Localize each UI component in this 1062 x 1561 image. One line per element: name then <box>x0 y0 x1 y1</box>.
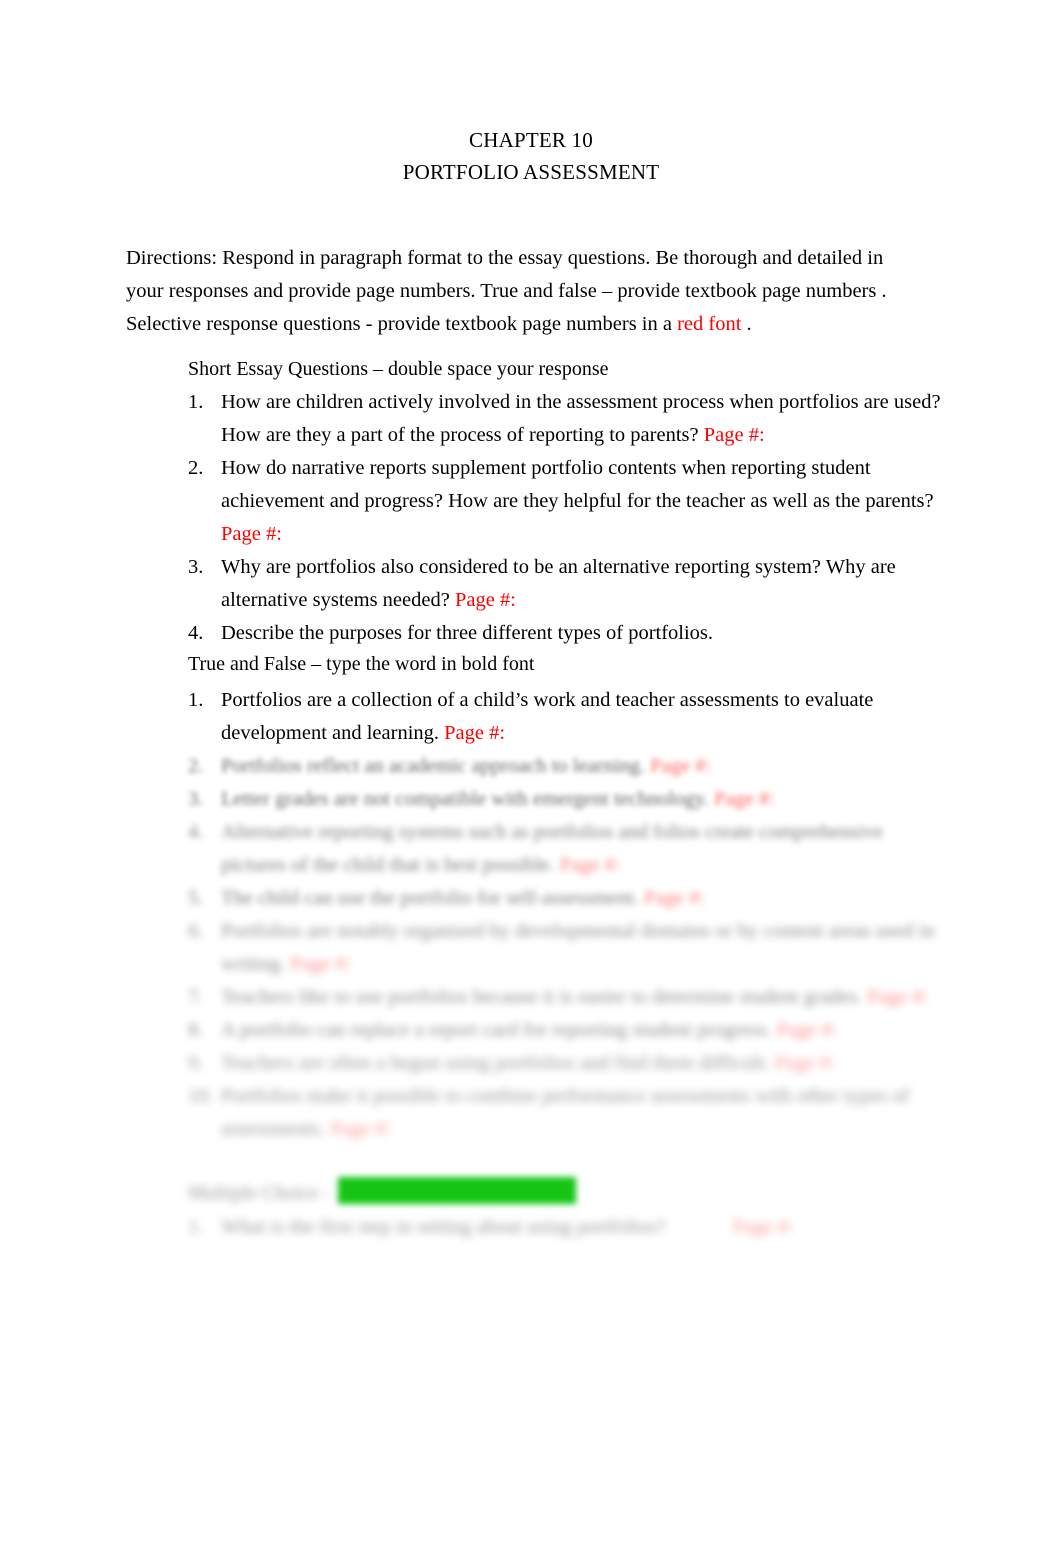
list-item: 2. How do narrative reports supplement p… <box>188 452 948 551</box>
page-title-chapter: CHAPTER 10 <box>469 128 593 152</box>
page-number-marker: Page #: <box>867 986 929 1008</box>
page-number-marker: Page #: <box>454 589 516 611</box>
short-essay-heading: Short Essay Questions – double space you… <box>188 358 609 380</box>
question-body: Alternative reporting systems such as po… <box>221 821 884 876</box>
page-number-marker: Page #: <box>713 788 775 810</box>
list-item-number: 2. <box>188 755 204 777</box>
list-item-number: 4. <box>188 622 204 644</box>
question-body: Why are portfolios also considered to be… <box>221 556 896 611</box>
page-number-marker: Page #: <box>643 887 705 909</box>
list-item-number: 1. <box>188 689 204 711</box>
list-item-number: 3. <box>188 788 204 810</box>
multiple-choice-question-list: 1. What is the first step in setting abo… <box>188 1211 948 1244</box>
list-item-text: Portfolios reflect an academic approach … <box>221 750 948 783</box>
list-item-text: How are children actively involved in th… <box>221 386 948 452</box>
list-item-text: Portfolios are notably organized by deve… <box>221 915 948 981</box>
question-body: What is the first step in setting about … <box>221 1216 666 1238</box>
list-item-text: Describe the purposes for three differen… <box>221 617 948 650</box>
green-highlight-bar <box>338 1177 576 1204</box>
question-body: Portfolios are a collection of a child’s… <box>221 689 874 744</box>
question-body: Teachers are often a begun using portfol… <box>221 1052 775 1074</box>
list-item-number: 4. <box>188 821 204 843</box>
list-item-text: Letter grades are not compatible with em… <box>221 783 948 816</box>
list-item: 8. A portfolio can replace a report card… <box>188 1014 948 1047</box>
list-item-number: 6. <box>188 920 204 942</box>
list-item: 7. Teachers like to use portfolios becau… <box>188 981 948 1014</box>
question-body: A portfolio can replace a report card fo… <box>221 1019 777 1041</box>
list-item: 10. Portfolios make it possible to combi… <box>188 1080 948 1146</box>
list-item: 1. How are children actively involved in… <box>188 386 948 452</box>
list-item-number: 7. <box>188 986 204 1008</box>
page-number-marker: Page #: <box>444 722 506 744</box>
question-body: Describe the purposes for three differen… <box>221 622 714 644</box>
page-number-marker: Page #: <box>330 1118 392 1140</box>
question-body: Letter grades are not compatible with em… <box>221 788 714 810</box>
list-item-number: 1. <box>188 391 204 413</box>
page-number-marker: Page #: <box>221 523 282 545</box>
list-item: 3. Letter grades are not compatible with… <box>188 783 948 816</box>
list-item-text: Teachers like to use portfolios because … <box>221 981 948 1014</box>
page-number-marker: Page #: <box>559 854 621 876</box>
directions-text-after-red: . <box>741 312 752 335</box>
list-item-text: Teachers are often a begun using portfol… <box>221 1047 948 1080</box>
list-item: 9. Teachers are often a begun using port… <box>188 1047 948 1080</box>
page-title-subject: PORTFOLIO ASSESSMENT <box>402 160 660 184</box>
list-item-number: 5. <box>188 887 204 909</box>
list-item-text: The child can use the portfolio for self… <box>221 882 948 915</box>
question-body: Teachers like to use portfolios because … <box>221 986 868 1008</box>
list-item: 5. The child can use the portfolio for s… <box>188 882 948 915</box>
list-item: 1. What is the first step in setting abo… <box>188 1211 948 1244</box>
page-number-marker: Page #: <box>776 1019 838 1041</box>
question-body: How are children actively involved in th… <box>221 391 941 446</box>
true-false-question-list: 1. Portfolios are a collection of a chil… <box>188 684 948 1146</box>
list-item-number: 3. <box>188 556 204 578</box>
list-item-text: How do narrative reports supplement port… <box>221 452 948 551</box>
true-false-heading: True and False – type the word in bold f… <box>188 653 535 675</box>
list-item-text: Portfolios make it possible to combine p… <box>221 1080 948 1146</box>
list-item: 6. Portfolios are notably organized by d… <box>188 915 948 981</box>
question-body: Portfolios make it possible to combine p… <box>221 1085 910 1140</box>
list-item-number: 1. <box>188 1216 204 1238</box>
question-body: Portfolios reflect an academic approach … <box>221 755 651 777</box>
multiple-choice-heading: Multiple Choice - <box>188 1182 331 1204</box>
list-item-number: 8. <box>188 1019 204 1041</box>
list-item-number: 10. <box>188 1085 214 1107</box>
list-item-text: Portfolios are a collection of a child’s… <box>221 684 948 750</box>
list-item: 3. Why are portfolios also considered to… <box>188 551 948 617</box>
list-item: 2. Portfolios reflect an academic approa… <box>188 750 948 783</box>
question-body: How do narrative reports supplement port… <box>221 457 934 512</box>
directions-red-font-phrase: red font <box>677 312 742 335</box>
page-number-marker: Page #: <box>774 1052 836 1074</box>
list-item-text: A portfolio can replace a report card fo… <box>221 1014 948 1047</box>
document-page: CHAPTER 10 PORTFOLIO ASSESSMENT Directio… <box>0 0 1062 1561</box>
short-essay-question-list: 1. How are children actively involved in… <box>188 386 948 650</box>
list-item: 4. Describe the purposes for three diffe… <box>188 617 948 650</box>
directions-paragraph: Directions: Respond in paragraph format … <box>126 242 916 341</box>
list-item-number: 9. <box>188 1052 204 1074</box>
list-item-text: Alternative reporting systems such as po… <box>221 816 948 882</box>
page-number-marker: Page #: <box>732 1216 794 1238</box>
page-number-marker: Page #: <box>650 755 712 777</box>
page-number-marker: Page #: <box>703 424 765 446</box>
list-item: 4. Alternative reporting systems such as… <box>188 816 948 882</box>
list-item: 1. Portfolios are a collection of a chil… <box>188 684 948 750</box>
page-number-marker: Page #: <box>290 953 352 975</box>
list-item-text: Why are portfolios also considered to be… <box>221 551 948 617</box>
directions-text-before-red: Directions: Respond in paragraph format … <box>126 246 887 335</box>
question-body: The child can use the portfolio for self… <box>221 887 644 909</box>
list-item-number: 2. <box>188 457 204 479</box>
list-item-text: What is the first step in setting about … <box>221 1211 948 1244</box>
